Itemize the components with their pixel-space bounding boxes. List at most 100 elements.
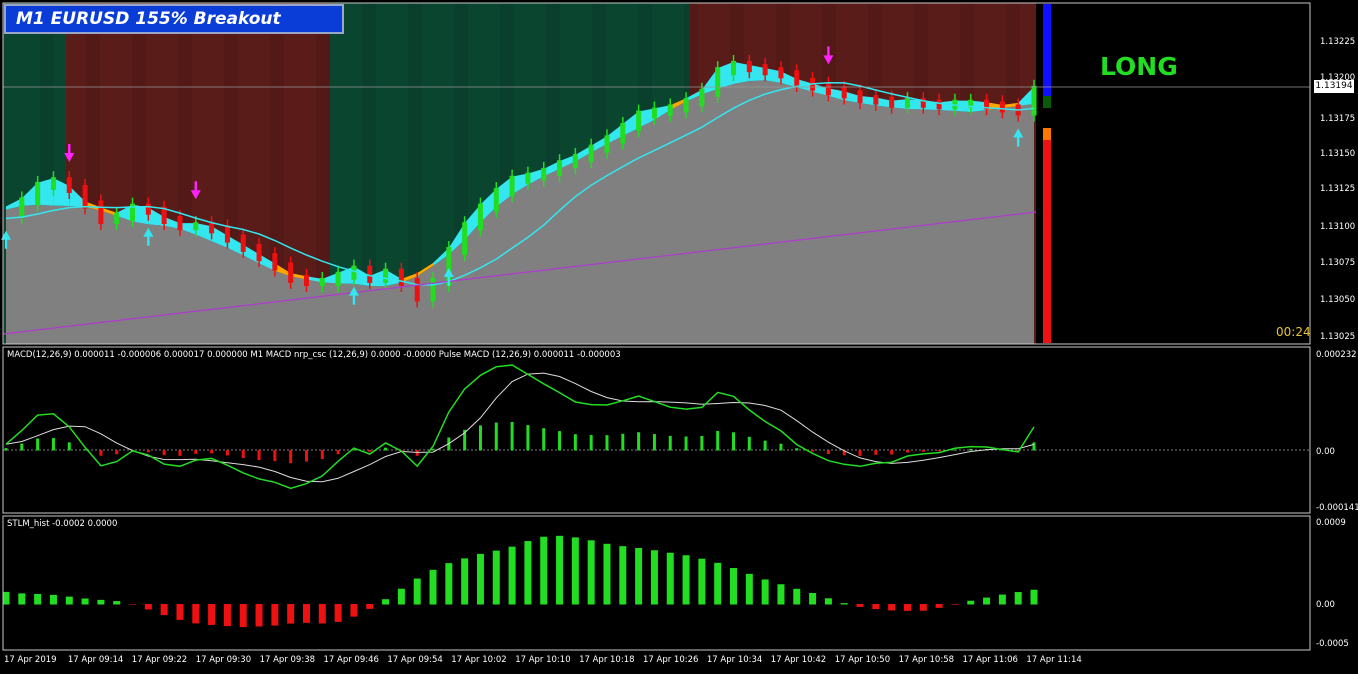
signal-strength-red [1043,140,1051,343]
stlm-bar [492,550,500,605]
stlm-bar [287,604,295,624]
stlm-bar [777,584,785,605]
stlm-bar [903,604,911,611]
time-tick: 17 Apr 10:26 [643,655,698,665]
stlm-bar [1014,592,1022,605]
stlm-panel-plot [3,535,1038,628]
stlm-bar [951,604,959,605]
time-tick: 17 Apr 09:38 [260,655,315,665]
stlm-bar [1030,589,1038,605]
stlm-bar [397,588,405,605]
time-axis: 17 Apr 2019 17 Apr 09:14 17 Apr 09:22 17 Ap… [4,655,1082,665]
stlm-bar [824,598,832,605]
stlm-axis: 0.0009 0.00 -0.0005 [1316,518,1349,649]
stlm-bar [714,562,722,605]
bar-timer: 00:24 [1276,325,1311,339]
stlm-bar [524,541,532,605]
stlm-bar [271,604,279,626]
macd-signal-line [5,372,1035,483]
macd-bar [384,447,388,451]
macd-bar [304,450,308,462]
macd-bar [716,431,720,451]
stlm-bar [967,600,975,605]
price-tick: 1.13075 [1320,258,1355,268]
stlm-bar [461,558,469,605]
time-tick: 17 Apr 10:58 [899,655,954,665]
stlm-bar [97,599,105,605]
macd-bar [178,450,182,456]
macd-bar [162,450,166,456]
stlm-bar [192,604,200,624]
stlm-bar [176,604,184,620]
macd-bar [811,450,815,452]
stlm-bar [129,604,137,605]
price-tick: 1.13150 [1320,149,1355,159]
price-tick: 1.13100 [1320,222,1355,232]
stlm-bar [302,604,310,623]
macd-bar [4,448,8,451]
macd-bar [225,450,229,456]
macd-bar [558,431,562,451]
stlm-bar [935,604,943,608]
macd-panel-plot [3,364,1310,490]
macd-bar [732,432,736,451]
macd-bar [937,450,941,452]
stlm-bar [793,588,801,605]
macd-bar [241,450,245,459]
macd-bar [858,450,862,456]
stlm-bar [18,593,26,605]
macd-bar [668,435,672,451]
stlm-bar [540,536,548,605]
stlm-bar [761,579,769,605]
stlm-bar [366,604,374,609]
macd-bar [210,450,214,454]
stlm-bar [208,604,216,625]
macd-bar [336,450,340,455]
macd-bar [99,450,103,456]
macd-bar [368,450,372,452]
macd-bar [605,435,609,451]
macd-bar [194,450,198,454]
stlm-bar [619,546,627,605]
time-tick: 17 Apr 09:14 [68,655,123,665]
stlm-bar [445,563,453,605]
macd-bar [51,438,55,451]
stlm-bar [413,578,421,605]
time-tick: 17 Apr 09:54 [387,655,442,665]
signal-strength-dark-green [1043,96,1051,108]
stlm-bar [603,543,611,605]
time-tick: 17 Apr 10:02 [451,655,506,665]
macd-tick: 0.000232 [1316,350,1357,360]
price-tick: 1.13050 [1320,295,1355,305]
time-tick: 17 Apr 11:06 [963,655,1018,665]
macd-bar [510,422,514,451]
stlm-bar [840,603,848,605]
time-tick: 17 Apr 09:46 [324,655,379,665]
stlm-indicator-label: STLM_hist -0.0002 0.0000 [7,519,118,529]
stlm-bar [508,546,516,605]
macd-bar [20,443,24,451]
macd-panel-frame [2,346,1311,514]
macd-bar [320,450,324,460]
macd-bar [763,440,767,451]
macd-bar [921,450,925,452]
macd-bar [890,450,894,455]
macd-bar [700,435,704,451]
time-tick: 17 Apr 10:50 [835,655,890,665]
macd-bar [795,448,799,451]
stlm-bar [809,592,817,605]
macd-axis: 0.000232 0.00 -0.000141 [1316,350,1358,513]
trading-chart: 1.13225 1.13125 1.13175 1.13150 1.13100 … [0,0,1358,670]
macd-bar [969,448,973,451]
current-price-tag: 1.13194 [1314,80,1354,93]
stlm-bar [334,604,342,622]
signal-strength-orange [1043,128,1051,140]
macd-bar [115,450,119,455]
macd-bar [747,436,751,451]
price-tick: 1.13025 [1320,332,1355,342]
macd-bar [652,434,656,451]
time-tick: 17 Apr 10:10 [515,655,570,665]
stlm-tick: -0.0005 [1316,639,1349,649]
price-tick: 1.13175 [1320,114,1355,124]
stlm-bar [49,594,57,605]
